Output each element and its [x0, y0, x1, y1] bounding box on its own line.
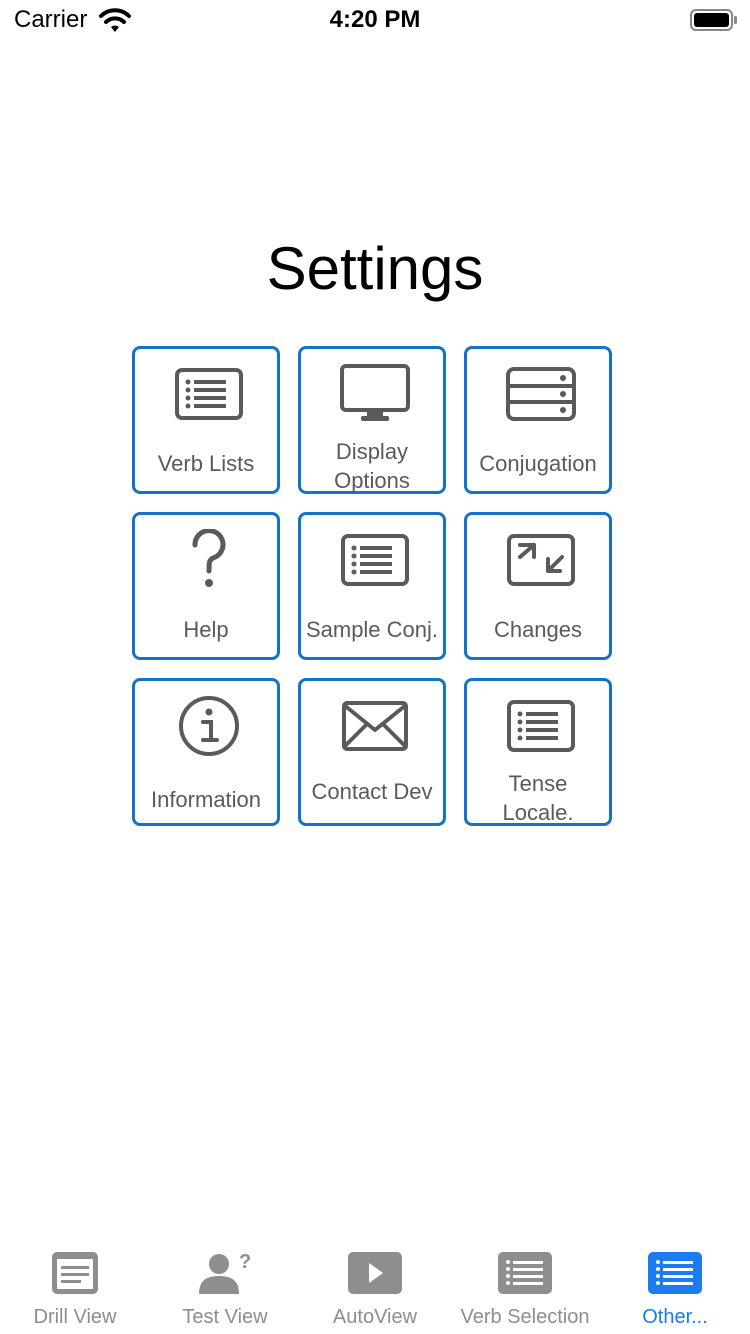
tab-label: AutoView: [332, 1306, 418, 1328]
person-question-icon: ?: [199, 1251, 251, 1294]
list-icon: [648, 1252, 702, 1294]
help-label: Help: [183, 617, 229, 642]
list-icon: [341, 534, 409, 586]
play-icon: [348, 1252, 402, 1294]
envelope-icon: [342, 701, 408, 751]
changes-label: Changes: [493, 617, 583, 642]
info-circle-icon: [179, 696, 239, 756]
tense-locale-label: Tense Locale.: [502, 771, 574, 825]
question-mark-icon: [192, 529, 226, 587]
document-icon: [52, 1252, 98, 1294]
verb-lists-label: Verb Lists: [157, 451, 255, 476]
verb-lists-button[interactable]: Verb Lists: [132, 346, 280, 494]
contact-dev-button[interactable]: Contact Dev: [298, 678, 446, 826]
settings-grid: Verb Lists Display Options Conjugation H…: [132, 346, 618, 832]
settings-screen: Carrier 4:20 PM Settings Verb Lists Disp…: [0, 0, 750, 1334]
tab-drill-view[interactable]: Drill View: [0, 1236, 150, 1334]
tab-verb-selection[interactable]: Verb Selection: [450, 1236, 600, 1334]
conjugation-button[interactable]: Conjugation: [464, 346, 612, 494]
tab-label: Test View: [182, 1306, 268, 1328]
tab-label: Drill View: [33, 1306, 117, 1328]
tab-other[interactable]: Other...: [600, 1236, 750, 1334]
list-icon: [498, 1252, 552, 1294]
tab-label: Other...: [642, 1306, 708, 1328]
information-label: Information: [150, 787, 262, 812]
contact-dev-label: Contact Dev: [311, 779, 433, 804]
tab-bar: Drill View ? Test View AutoView Verb Sel…: [0, 1236, 750, 1334]
tense-locale-button[interactable]: Tense Locale.: [464, 678, 612, 826]
sample-conj-button[interactable]: Sample Conj.: [298, 512, 446, 660]
conjugation-label: Conjugation: [479, 451, 597, 476]
status-bar: Carrier 4:20 PM: [0, 0, 750, 40]
tab-test-view[interactable]: ? Test View: [150, 1236, 300, 1334]
list-icon: [175, 368, 243, 420]
tab-autoview[interactable]: AutoView: [300, 1236, 450, 1334]
battery-icon: [690, 9, 737, 31]
display-options-label: Display Options: [334, 439, 410, 493]
information-button[interactable]: Information: [132, 678, 280, 826]
server-stack-icon: [506, 367, 576, 421]
svg-text:?: ?: [239, 1251, 251, 1273]
display-options-button[interactable]: Display Options: [298, 346, 446, 494]
monitor-icon: [340, 364, 410, 421]
list-icon: [507, 700, 575, 752]
tab-label: Verb Selection: [460, 1306, 590, 1328]
changes-button[interactable]: Changes: [464, 512, 612, 660]
compress-arrows-icon: [507, 534, 575, 586]
clock: 4:20 PM: [329, 6, 421, 33]
sample-conj-label: Sample Conj.: [305, 617, 439, 642]
page-title: Settings: [266, 235, 484, 302]
help-button[interactable]: Help: [132, 512, 280, 660]
